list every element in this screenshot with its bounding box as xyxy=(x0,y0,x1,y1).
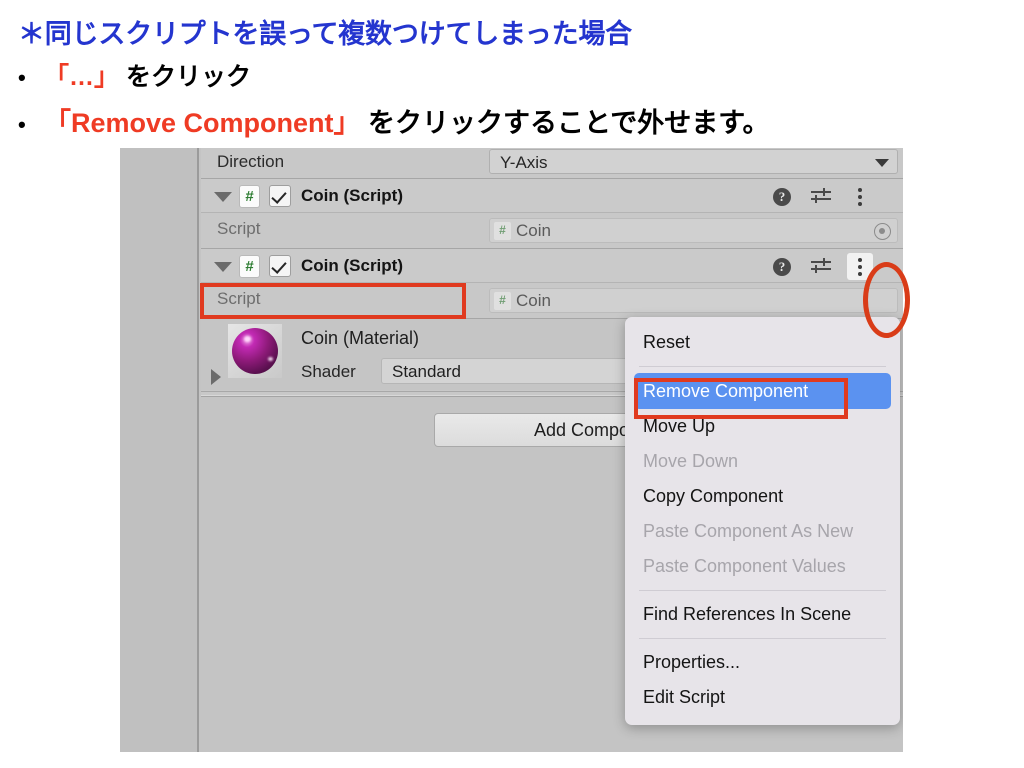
material-sphere-preview xyxy=(228,324,282,378)
script-object-name: Coin xyxy=(516,221,551,240)
component-enabled-checkbox[interactable] xyxy=(269,185,291,207)
bullet-2-accent: 「Remove Component」 xyxy=(44,108,361,138)
component-context-menu[interactable]: Reset Remove Component Move Up Move Down… xyxy=(625,317,900,725)
help-icon[interactable]: ? xyxy=(773,258,791,276)
triangle-down-icon[interactable] xyxy=(214,262,232,272)
menu-item-reset[interactable]: Reset xyxy=(625,325,900,360)
component-enabled-checkbox[interactable] xyxy=(269,255,291,277)
triangle-down-icon[interactable] xyxy=(214,192,232,202)
menu-item-move-up[interactable]: Move Up xyxy=(625,409,900,444)
menu-item-paste-component-as-new: Paste Component As New xyxy=(643,521,854,541)
component-title: Coin (Script) xyxy=(301,256,403,275)
sliders-icon[interactable] xyxy=(811,258,831,276)
script-object-field[interactable]: # Coin xyxy=(489,288,898,313)
sliders-icon[interactable] xyxy=(811,188,831,206)
script-field-row-1: Script # Coin xyxy=(201,213,903,248)
bullet-marker-icon: • xyxy=(18,65,26,91)
component-header-icons-2: ? xyxy=(763,249,903,284)
menu-item-remove-component[interactable]: Remove Component xyxy=(634,373,891,409)
component-title: Coin (Script) xyxy=(301,186,403,205)
bullet-item-2: • 「Remove Component」 をクリックすることで外せます。 xyxy=(18,101,770,140)
menu-divider xyxy=(639,590,886,591)
script-type-icon: # xyxy=(239,255,260,278)
object-picker-icon[interactable] xyxy=(874,223,891,240)
component-header-coin-script-1[interactable]: # Coin (Script) ? xyxy=(201,178,903,213)
inspector-left-gutter xyxy=(120,148,199,752)
script-object-name: Coin xyxy=(516,291,551,310)
menu-item-paste-component-values: Paste Component Values xyxy=(643,556,846,576)
bullet-1-accent: 「…」 xyxy=(44,63,120,91)
direction-label: Direction xyxy=(217,152,285,171)
direction-row: Direction Y-Axis xyxy=(201,148,903,176)
component-header-coin-script-2[interactable]: # Coin (Script) ? xyxy=(201,248,903,283)
triangle-right-icon[interactable] xyxy=(211,369,221,385)
material-title: Coin (Material) xyxy=(301,328,420,348)
menu-item-move-down: Move Down xyxy=(643,451,739,471)
direction-dropdown[interactable]: Y-Axis xyxy=(489,149,898,174)
direction-value: Y-Axis xyxy=(500,153,548,172)
menu-item-copy-component[interactable]: Copy Component xyxy=(625,479,900,514)
kebab-menu-icon[interactable] xyxy=(847,183,873,210)
shader-label: Shader xyxy=(301,362,356,381)
script-type-icon: # xyxy=(239,185,260,208)
bullet-item-1: • 「…」 をクリック xyxy=(18,57,251,93)
menu-divider xyxy=(639,638,886,639)
script-field-row-2: Script # Coin xyxy=(201,283,903,318)
script-label: Script xyxy=(217,219,261,238)
bullet-1-text: をクリック xyxy=(119,63,251,91)
chevron-down-icon xyxy=(875,159,889,167)
script-badge-icon: # xyxy=(494,292,511,310)
script-object-field[interactable]: # Coin xyxy=(489,218,898,243)
help-icon[interactable]: ? xyxy=(773,188,791,206)
menu-divider xyxy=(639,366,886,367)
unity-inspector-window: Direction Y-Axis # Coin (Script) ? Scrip… xyxy=(120,148,903,752)
script-label: Script xyxy=(217,289,261,308)
slide-text-block: ＊同じスクリプトを誤って複数つけてしまった場合 • 「…」 をクリック • 「Rem… xyxy=(0,0,1024,150)
menu-item-edit-script[interactable]: Edit Script xyxy=(625,680,900,715)
script-badge-icon: # xyxy=(494,222,511,240)
kebab-menu-icon[interactable] xyxy=(847,253,873,280)
bullet-2-text: をクリックすることで外せます。 xyxy=(360,108,770,138)
bullet-marker-icon: • xyxy=(18,111,26,137)
page-title: ＊同じスクリプトを誤って複数つけてしまった場合 xyxy=(18,19,632,49)
shader-value: Standard xyxy=(392,362,461,381)
menu-item-properties[interactable]: Properties... xyxy=(625,645,900,680)
component-header-icons-1: ? xyxy=(763,179,903,214)
menu-item-find-references-in-scene[interactable]: Find References In Scene xyxy=(625,597,900,632)
